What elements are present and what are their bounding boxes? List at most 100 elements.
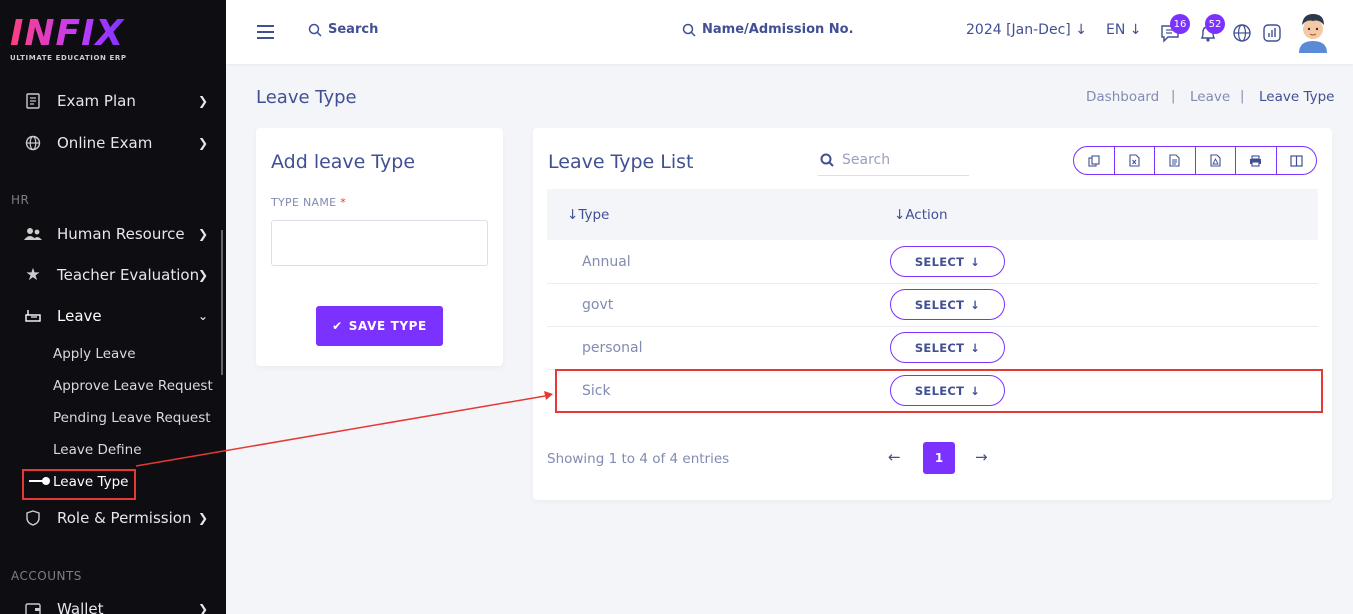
sidebar-scrollbar[interactable] [221, 230, 223, 375]
sidebar-subitem-approve-leave[interactable]: Approve Leave Request [53, 378, 213, 394]
check-icon: ✔ [332, 319, 343, 333]
chevron-down-icon: ⌄ [198, 309, 209, 323]
sidebar-subitem-leave-define[interactable]: Leave Define [53, 442, 142, 458]
globe-icon [24, 134, 42, 152]
section-label-hr: HR [11, 193, 30, 207]
avatar[interactable] [1297, 11, 1329, 53]
type-name-label: TYPE NAME * [271, 196, 346, 209]
global-search[interactable]: Search [308, 22, 378, 37]
chevron-right-icon: ❯ [198, 268, 209, 282]
menu-toggle-icon[interactable] [257, 25, 274, 39]
copy-icon[interactable] [1074, 147, 1115, 174]
type-name-input[interactable] [271, 220, 488, 266]
sidebar-item-online-exam[interactable]: Online Exam ❯ [0, 129, 226, 157]
previous-page-icon[interactable]: ← [888, 448, 901, 466]
search-icon [308, 23, 322, 37]
type-cell: govt [582, 297, 614, 313]
columns-icon[interactable] [1277, 147, 1317, 174]
sidebar-item-wallet[interactable]: Wallet ❯ [0, 595, 226, 614]
arrow-down-icon: ↓ [1075, 22, 1087, 38]
sort-arrow-icon: ↓ [894, 207, 906, 223]
breadcrumb-dashboard[interactable]: Dashboard [1086, 89, 1159, 105]
document-icon [24, 92, 42, 110]
select-button[interactable]: SELECT ↓ [890, 289, 1005, 320]
breadcrumb-separator: | [1240, 89, 1245, 104]
page-number-button[interactable]: 1 [923, 442, 955, 474]
logo-subtitle: ULTIMATE EDUCATION ERP [10, 54, 127, 62]
sidebar-subitem-apply-leave[interactable]: Apply Leave [53, 346, 136, 362]
select-button[interactable]: SELECT ↓ [890, 246, 1005, 277]
sidebar-item-exam-plan[interactable]: Exam Plan ❯ [0, 87, 226, 115]
column-header-type[interactable]: ↓Type [567, 207, 609, 223]
list-search-placeholder: Search [842, 151, 891, 168]
sidebar-item-label: Online Exam [57, 134, 153, 152]
breadcrumb-leave[interactable]: Leave [1190, 89, 1230, 105]
arrow-down-icon: ↓ [970, 254, 981, 269]
student-search-label: Name/Admission No. [702, 22, 854, 37]
type-name-label-text: TYPE NAME [271, 196, 337, 209]
topbar: Search Name/Admission No. 2024 [Jan-Dec]… [226, 0, 1353, 64]
wallet-icon [24, 600, 42, 614]
table-row: govt SELECT ↓ [547, 284, 1318, 327]
sort-arrow-icon: ↓ [567, 207, 579, 223]
annotation-highlight-box [22, 469, 136, 500]
excel-icon[interactable] [1115, 147, 1155, 174]
arrow-down-icon: ↓ [970, 297, 981, 312]
logo[interactable]: INFIX ULTIMATE EDUCATION ERP [10, 16, 127, 63]
save-type-button[interactable]: ✔ SAVE TYPE [316, 306, 443, 346]
logo-text: INFIX [10, 16, 127, 52]
add-leave-type-card: Add leave Type TYPE NAME * ✔ SAVE TYPE [256, 128, 503, 366]
sidebar-item-label: Role & Permission [57, 509, 192, 527]
page-title: Leave Type [256, 87, 357, 108]
chevron-right-icon: ❯ [198, 227, 209, 241]
sidebar-item-teacher-evaluation[interactable]: ★ Teacher Evaluation ❯ [0, 261, 226, 289]
leave-icon [24, 307, 42, 325]
required-mark: * [340, 196, 347, 209]
sidebar-item-leave[interactable]: Leave ⌄ [0, 302, 226, 330]
table-row: personal SELECT ↓ [547, 327, 1318, 370]
sidebar-item-role-permission[interactable]: Role & Permission ❯ [0, 504, 226, 532]
select-button[interactable]: SELECT ↓ [890, 332, 1005, 363]
type-cell: personal [582, 340, 643, 356]
search-icon [820, 153, 834, 167]
select-label: SELECT [914, 297, 965, 312]
pdf-icon[interactable] [1196, 147, 1236, 174]
notifications-badge: 52 [1205, 14, 1225, 34]
export-button-group [1073, 146, 1317, 175]
academic-year-select[interactable]: 2024 [Jan-Dec] ↓ [966, 22, 1087, 38]
chart-icon[interactable] [1261, 22, 1283, 44]
sidebar-item-human-resource[interactable]: Human Resource ❯ [0, 220, 226, 248]
sidebar-item-label: Teacher Evaluation [57, 266, 200, 284]
next-page-icon[interactable]: → [975, 448, 988, 466]
table-row: Annual SELECT ↓ [547, 241, 1318, 284]
entries-info: Showing 1 to 4 of 4 entries [547, 451, 730, 467]
arrow-down-icon: ↓ [970, 340, 981, 355]
messages-badge: 16 [1170, 14, 1190, 34]
globe-icon[interactable] [1231, 22, 1253, 44]
sidebar-item-label: Wallet [57, 600, 104, 614]
search-label: Search [328, 22, 379, 37]
language-value: EN [1106, 22, 1126, 38]
sidebar-subitem-pending-leave[interactable]: Pending Leave Request [53, 410, 211, 426]
chevron-right-icon: ❯ [198, 94, 209, 108]
section-label-accounts: ACCOUNTS [11, 569, 82, 583]
language-select[interactable]: EN ↓ [1106, 22, 1142, 38]
table-header: ↓Type ↓Action [547, 189, 1318, 240]
shield-icon [24, 509, 42, 527]
save-type-label: SAVE TYPE [348, 319, 427, 333]
csv-icon[interactable] [1155, 147, 1196, 174]
search-icon [682, 23, 696, 37]
student-search[interactable]: Name/Admission No. [682, 22, 854, 37]
chevron-right-icon: ❯ [198, 136, 209, 150]
column-header-label: Action [905, 207, 948, 223]
sidebar: INFIX ULTIMATE EDUCATION ERP Exam Plan ❯… [0, 0, 226, 614]
star-icon: ★ [25, 265, 41, 285]
select-label: SELECT [914, 340, 965, 355]
print-icon[interactable] [1236, 147, 1277, 174]
sidebar-item-label: Exam Plan [57, 92, 136, 110]
list-search-input[interactable]: Search [818, 144, 969, 176]
column-header-action[interactable]: ↓Action [894, 207, 948, 223]
select-label: SELECT [914, 254, 965, 269]
users-icon [24, 225, 42, 243]
arrow-down-icon: ↓ [1129, 22, 1142, 38]
